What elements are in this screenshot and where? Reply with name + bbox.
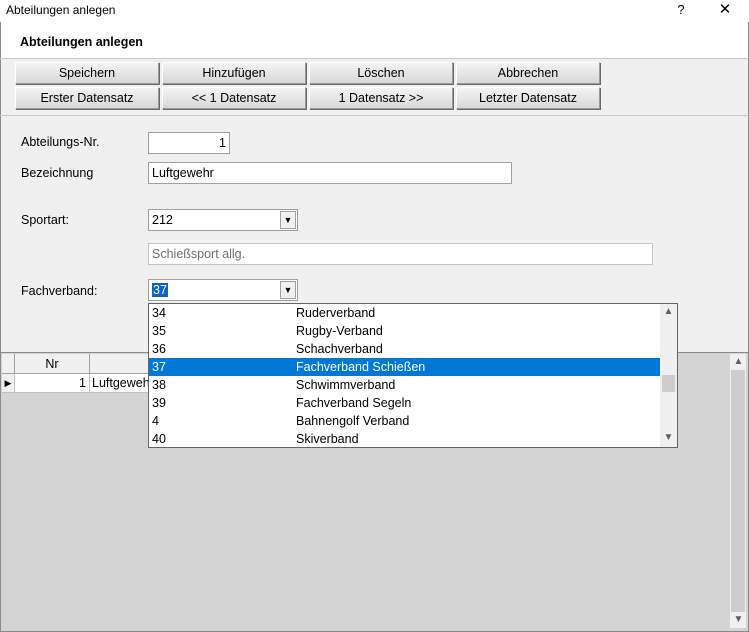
chevron-down-icon[interactable]: ▼ (280, 281, 296, 299)
option-code: 40 (152, 432, 166, 446)
dropdown-scroll-thumb[interactable] (662, 375, 675, 392)
dropdown-option[interactable]: 37 Fachverband Schießen (149, 358, 660, 376)
fachverband-label: Fachverband: (21, 284, 98, 298)
window-title: Abteilungen anlegen (6, 3, 116, 17)
form-heading: Abteilungen anlegen (20, 35, 143, 49)
option-code: 36 (152, 342, 166, 356)
dropdown-option[interactable]: 36 Schachverband (149, 340, 660, 358)
abteilungs-nr-field[interactable]: 1 (148, 132, 230, 154)
sportart-combo[interactable]: 212 (148, 209, 298, 231)
scroll-up-icon[interactable]: ▲ (730, 356, 747, 367)
option-code: 35 (152, 324, 166, 338)
help-button[interactable]: ? (666, 0, 696, 20)
sportart-label: Sportart: (21, 213, 69, 227)
bezeichnung-field[interactable]: Luftgewehr (148, 162, 512, 184)
option-code: 34 (152, 306, 166, 320)
delete-button[interactable]: Löschen (309, 62, 453, 84)
dropdown-option[interactable]: 35 Rugby-Verband (149, 322, 660, 340)
option-name: Schachverband (296, 342, 383, 356)
title-bar: Abteilungen anlegen (0, 0, 749, 22)
option-name: Rugby-Verband (296, 324, 383, 338)
close-button[interactable]: ✕ (708, 0, 742, 20)
add-button[interactable]: Hinzufügen (162, 62, 306, 84)
option-code: 37 (152, 360, 166, 374)
abteilungs-nr-label: Abteilungs-Nr. (21, 135, 100, 149)
option-name: Ruderverband (296, 306, 376, 320)
option-name: Fachverband Segeln (296, 396, 412, 410)
grid-scroll-thumb[interactable] (731, 370, 745, 612)
previous-record-button[interactable]: << 1 Datensatz (162, 87, 306, 109)
dropdown-option[interactable]: 40 Skiverband (149, 430, 660, 448)
sportart-description-field: Schießsport allg. (148, 243, 653, 265)
option-name: Bahnengolf Verband (296, 414, 410, 428)
grid-header-nr[interactable]: Nr (15, 354, 90, 374)
dropdown-option[interactable]: 39 Fachverband Segeln (149, 394, 660, 412)
fachverband-combo[interactable]: 37 (148, 279, 298, 301)
chevron-down-icon[interactable]: ▼ (280, 211, 296, 229)
row-pointer-icon: ▶ (2, 374, 15, 393)
dropdown-option[interactable]: 34 Ruderverband (149, 304, 660, 322)
first-record-button[interactable]: Erster Datensatz (15, 87, 159, 109)
option-name: Schwimmverband (296, 378, 396, 392)
fachverband-value: 37 (152, 283, 168, 297)
grid-cell-bezeichnung[interactable]: Luftgeweh (90, 374, 150, 393)
scroll-up-icon[interactable]: ▲ (660, 306, 677, 317)
dropdown-option[interactable]: 38 Schwimmverband (149, 376, 660, 394)
option-code: 4 (152, 414, 159, 428)
grid-corner (2, 354, 15, 374)
cancel-button[interactable]: Abbrechen (456, 62, 600, 84)
scroll-down-icon[interactable]: ▼ (730, 614, 747, 625)
option-name: Fachverband Schießen (296, 360, 426, 374)
toolbar: Speichern Hinzufügen Löschen Abbrechen E… (0, 59, 749, 115)
option-code: 39 (152, 396, 166, 410)
save-button[interactable]: Speichern (15, 62, 159, 84)
scroll-down-icon[interactable]: ▼ (660, 432, 677, 443)
bezeichnung-label: Bezeichnung (21, 166, 94, 180)
grid-header-bezeichnung[interactable] (90, 354, 150, 374)
option-name: Skiverband (296, 432, 359, 446)
option-code: 38 (152, 378, 166, 392)
next-record-button[interactable]: 1 Datensatz >> (309, 87, 453, 109)
last-record-button[interactable]: Letzter Datensatz (456, 87, 600, 109)
grid-cell-nr[interactable]: 1 (15, 374, 90, 393)
dropdown-option[interactable]: 4 Bahnengolf Verband (149, 412, 660, 430)
